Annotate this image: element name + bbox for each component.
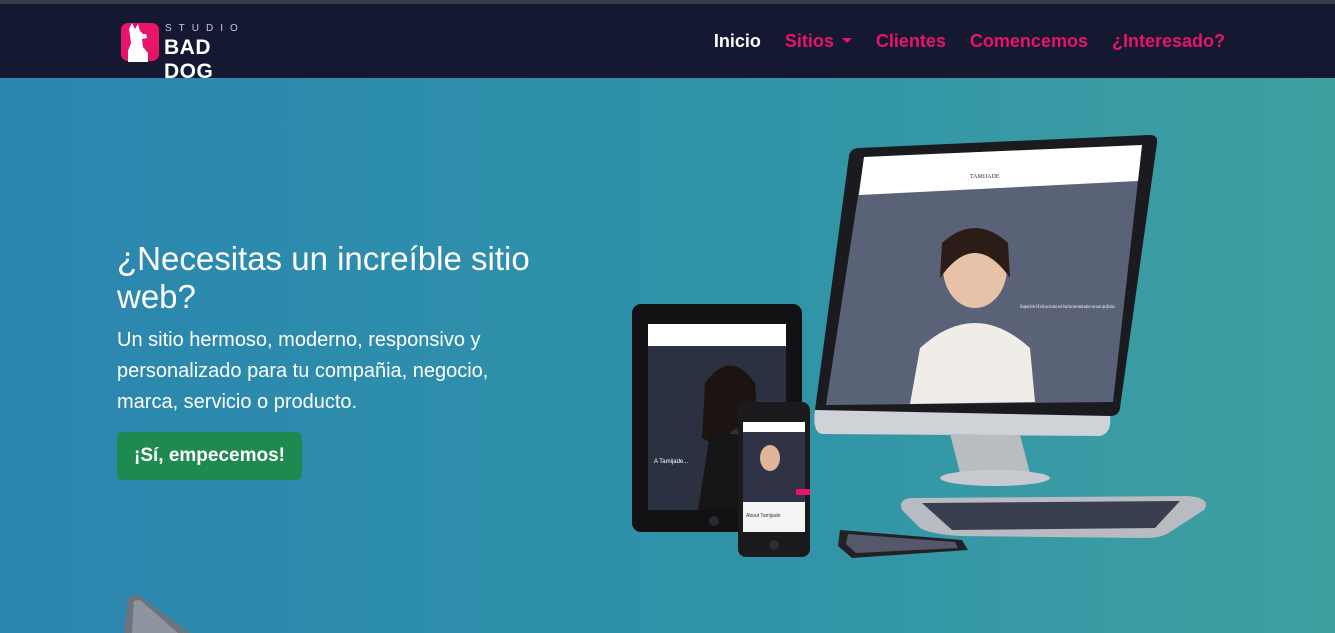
- cta-button[interactable]: ¡Sí, empecemos!: [117, 432, 302, 480]
- hero-subtitle: Un sitio hermoso, moderno, responsivo y …: [117, 329, 489, 413]
- tablet-caption: A Tamijade...: [654, 459, 689, 465]
- monitor-caption: Designed in the UK with you in mind, eac…: [1020, 303, 1115, 310]
- nav-comencemos[interactable]: Comencemos: [970, 31, 1088, 52]
- nav-sitios[interactable]: Sitios: [785, 31, 852, 52]
- hero-title: ¿Necesitas un increíble sitio web?: [117, 240, 530, 315]
- logo-studio-text: STUDIO: [165, 23, 245, 34]
- partial-device-image: [124, 595, 190, 633]
- phone-caption: About Tamijade: [746, 513, 781, 519]
- brand-logo[interactable]: STUDIO BAD DOG: [121, 21, 261, 83]
- monitor-site-name: TAMIJADE: [970, 174, 1000, 180]
- main-nav: Inicio Sitios Clientes Comencemos ¿Inter…: [690, 31, 1225, 52]
- chevron-down-icon: [841, 37, 852, 43]
- hero-section: ¿Necesitas un increíble sitio web? Un si…: [0, 78, 1335, 633]
- nav-interesado[interactable]: ¿Interesado?: [1112, 31, 1225, 52]
- phone-mockup: About Tamijade: [738, 402, 810, 557]
- nav-clientes[interactable]: Clientes: [876, 31, 946, 52]
- navbar: STUDIO BAD DOG Inicio Sitios Clientes Co…: [0, 4, 1335, 83]
- dog-icon: [128, 23, 148, 62]
- logo-name-text: BAD DOG: [164, 36, 214, 83]
- monitor-mockup: TAMIJADE Designed in the UK with you in …: [814, 135, 1158, 486]
- tablet-flat-mockup: [901, 496, 1206, 538]
- nav-sitios-label: Sitios: [784, 31, 834, 51]
- nav-inicio[interactable]: Inicio: [714, 31, 761, 52]
- devices-mockup-image: TAMIJADE Designed in the UK with you in …: [632, 135, 1206, 558]
